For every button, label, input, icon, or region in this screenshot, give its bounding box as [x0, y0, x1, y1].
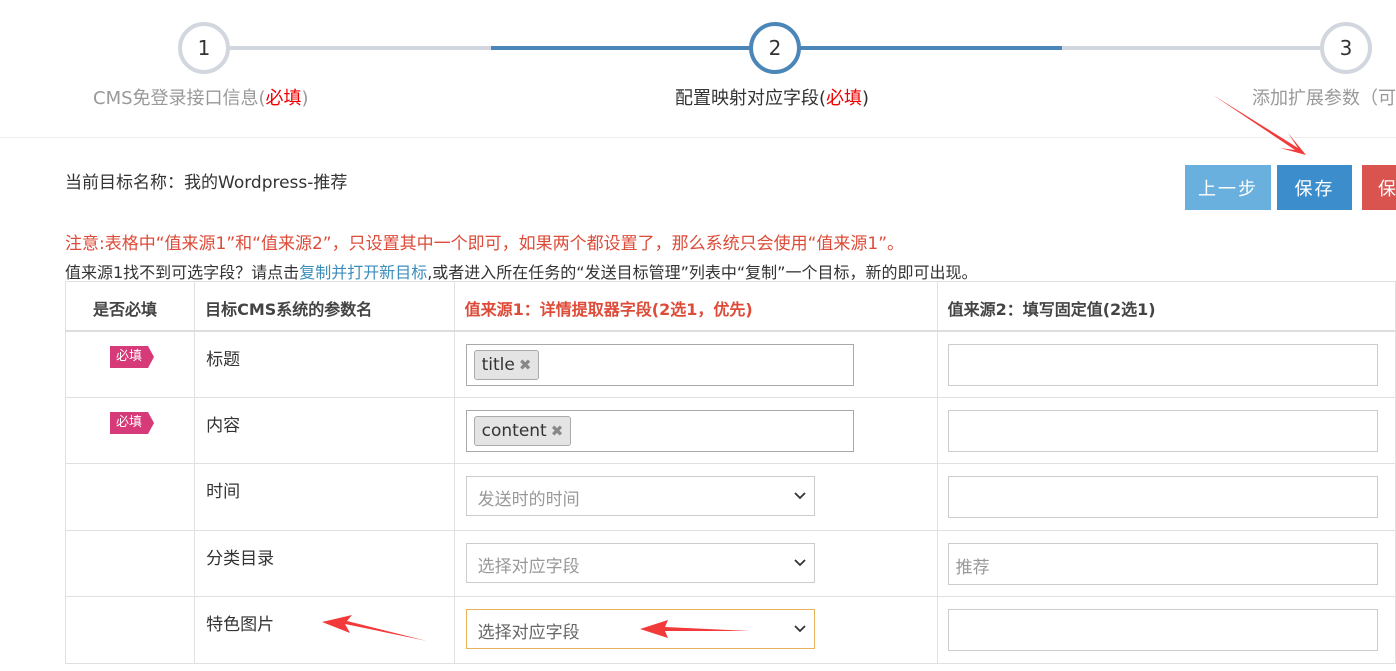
step-3-label: 添加扩展参数（可	[1252, 88, 1396, 109]
table-row: 分类目录 选择对应字段 推荐	[64, 529, 1396, 597]
step-3-number: 3	[1339, 36, 1353, 60]
save-and-next-button[interactable]: 保	[1362, 165, 1396, 210]
table-row: 必填 标题 title ✖	[64, 330, 1396, 398]
step-1-label: CMS免登录接口信息(必填)	[93, 88, 309, 109]
save-button[interactable]: 保存	[1277, 165, 1352, 210]
step-connector-1a	[204, 46, 491, 50]
header-source-1: 值来源1：详情提取器字段(2选1，优先)	[453, 281, 938, 332]
step-1-circle[interactable]: 1	[178, 22, 230, 74]
header-param-name: 目标CMS系统的参数名	[194, 281, 455, 332]
hint-text: 值来源1找不到可选字段？请点击复制并打开新目标,或者进入所在任务的“发送目标管理…	[65, 263, 978, 282]
source-1-tag-input[interactable]: title ✖	[465, 343, 854, 386]
field-mapping-table: 是否必填 目标CMS系统的参数名 值来源1：详情提取器字段(2选1，优先) 值来…	[64, 281, 1396, 664]
step-2-label: 配置映射对应字段(必填)	[675, 88, 870, 109]
param-name: 内容	[206, 415, 241, 436]
step-1-number: 1	[197, 36, 211, 60]
required-mark: 必填	[826, 88, 863, 109]
table-row: 时间 发送时的时间	[64, 463, 1396, 531]
step-connector-2a	[775, 46, 1062, 50]
source-1-select[interactable]: 选择对应字段	[465, 609, 815, 649]
chevron-down-icon	[793, 492, 806, 500]
step-3-circle[interactable]: 3	[1320, 22, 1372, 74]
table-header-row: 是否必填 目标CMS系统的参数名 值来源1：详情提取器字段(2选1，优先) 值来…	[64, 281, 1396, 332]
notice-text: 注意:表格中“值来源1”和“值来源2”，只设置其中一个即可，如果两个都设置了，那…	[65, 234, 905, 254]
param-name: 分类目录	[206, 548, 275, 569]
target-name: 当前目标名称：我的Wordpress-推荐	[65, 173, 348, 193]
chevron-down-icon	[793, 558, 806, 566]
required-badge: 必填	[110, 411, 155, 434]
source-1-tag-input[interactable]: content ✖	[465, 409, 854, 452]
fixed-value-input[interactable]	[947, 476, 1378, 518]
prev-step-button[interactable]: 上一步	[1185, 165, 1271, 210]
fixed-value-input[interactable]: 推荐	[947, 542, 1378, 585]
required-badge: 必填	[110, 345, 155, 368]
source-1-select[interactable]: 发送时的时间	[465, 476, 815, 516]
required-mark: 必填	[265, 88, 302, 109]
header-required: 是否必填	[64, 281, 196, 332]
step-2-circle[interactable]: 2	[749, 22, 801, 74]
param-name: 标题	[206, 349, 241, 370]
table-row: 必填 内容 content ✖	[64, 396, 1396, 464]
remove-tag-icon[interactable]: ✖	[519, 356, 532, 374]
fixed-value-input[interactable]	[947, 343, 1378, 386]
step-connector-1b	[491, 46, 775, 50]
fixed-value-input[interactable]	[947, 609, 1378, 651]
step-2-number: 2	[768, 36, 782, 60]
step-connector-2b	[1062, 46, 1346, 50]
page: 1 2 3 CMS免登录接口信息(必填) 配置映射对应字段(必填) 添加扩展参数…	[0, 0, 1396, 671]
stepper: 1 2 3 CMS免登录接口信息(必填) 配置映射对应字段(必填) 添加扩展参数…	[0, 0, 1396, 138]
fixed-value-input[interactable]	[947, 409, 1378, 452]
table-row: 特色图片 选择对应字段	[64, 596, 1396, 664]
param-name: 特色图片	[206, 615, 275, 635]
param-name: 时间	[206, 482, 241, 502]
header-source-2: 值来源2：填写固定值(2选1)	[936, 281, 1396, 332]
source-1-select[interactable]: 选择对应字段	[465, 542, 815, 583]
field-tag: content ✖	[473, 415, 572, 446]
copy-target-link[interactable]: 复制并打开新目标	[299, 263, 427, 282]
field-tag: title ✖	[473, 349, 540, 380]
remove-tag-icon[interactable]: ✖	[551, 422, 564, 440]
chevron-down-icon	[793, 625, 806, 633]
